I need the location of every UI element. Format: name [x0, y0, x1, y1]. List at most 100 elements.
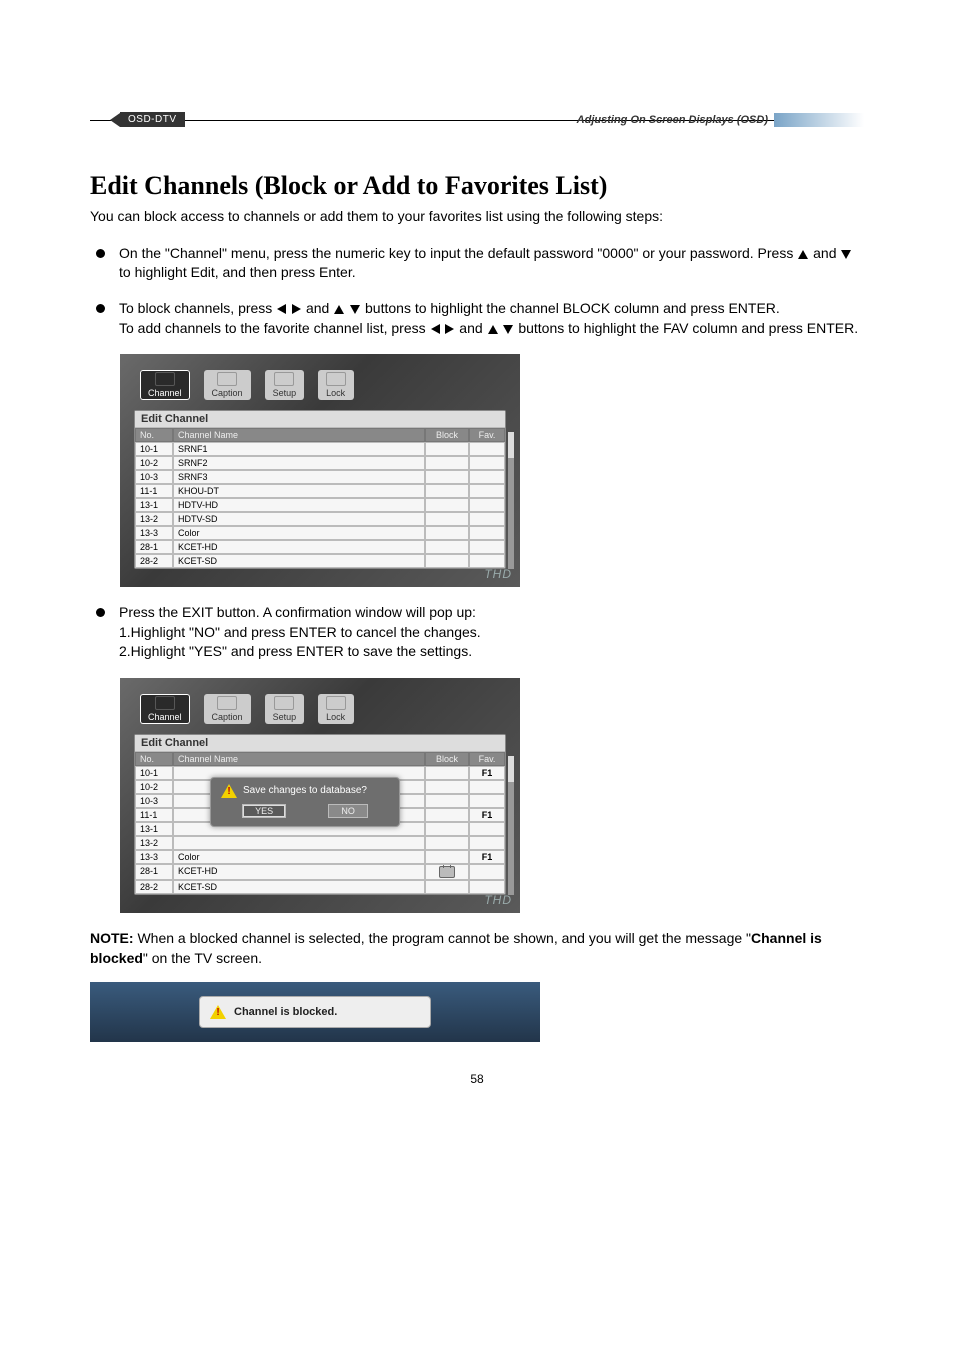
step2-text-e: and: [455, 320, 486, 336]
cell-fav[interactable]: [469, 780, 505, 794]
warning-icon: !: [210, 1005, 226, 1019]
cell-block[interactable]: [425, 456, 469, 470]
table-row[interactable]: 13-1HDTV-HD: [135, 498, 505, 512]
page-number: 58: [90, 1072, 864, 1086]
left-icon: [431, 324, 440, 334]
tab-caption[interactable]: Caption: [204, 370, 251, 400]
cell-block[interactable]: [425, 540, 469, 554]
cell-name: SRNF1: [173, 442, 425, 456]
cell-no: 10-1: [135, 766, 173, 780]
table-row[interactable]: 13-2: [135, 836, 505, 850]
cell-block[interactable]: [425, 808, 469, 822]
cell-no: 13-2: [135, 512, 173, 526]
cell-fav[interactable]: [469, 526, 505, 540]
cell-fav[interactable]: [469, 540, 505, 554]
cell-fav[interactable]: [469, 880, 505, 894]
cell-block[interactable]: [425, 554, 469, 568]
cell-no: 13-1: [135, 498, 173, 512]
cell-fav[interactable]: [469, 484, 505, 498]
tab-setup[interactable]: Setup: [265, 694, 305, 724]
blocked-message-text: Channel is blocked.: [234, 1006, 337, 1018]
cell-fav[interactable]: [469, 456, 505, 470]
cell-no: 13-3: [135, 850, 173, 864]
page-title: Edit Channels (Block or Add to Favorites…: [90, 171, 864, 201]
cell-block[interactable]: [425, 484, 469, 498]
cell-fav[interactable]: [469, 822, 505, 836]
cell-fav[interactable]: [469, 442, 505, 456]
cell-no: 11-1: [135, 484, 173, 498]
table-row[interactable]: 10-3SRNF3: [135, 470, 505, 484]
cell-fav[interactable]: F1: [469, 850, 505, 864]
cell-name: Color: [173, 850, 425, 864]
cell-no: 10-2: [135, 456, 173, 470]
scrollbar-thumb[interactable]: [508, 432, 514, 458]
col-name: Channel Name: [173, 428, 425, 442]
scrollbar-thumb[interactable]: [508, 756, 514, 782]
tab-channel[interactable]: Channel: [140, 370, 190, 400]
confirm-yes-button[interactable]: YES: [242, 804, 286, 818]
cell-block[interactable]: [425, 850, 469, 864]
cell-block[interactable]: [425, 766, 469, 780]
cell-fav[interactable]: F1: [469, 766, 505, 780]
table-row[interactable]: 13-3Color F1: [135, 850, 505, 864]
cell-fav[interactable]: [469, 470, 505, 484]
bullet-icon: [96, 304, 105, 313]
cell-fav[interactable]: [469, 864, 505, 880]
cell-fav[interactable]: F1: [469, 808, 505, 822]
cell-no: 10-3: [135, 794, 173, 808]
tab-channel[interactable]: Channel: [140, 694, 190, 724]
cell-fav[interactable]: [469, 554, 505, 568]
tab-setup[interactable]: Setup: [265, 370, 305, 400]
confirm-no-button[interactable]: NO: [328, 804, 368, 818]
table-row[interactable]: 13-2HDTV-SD: [135, 512, 505, 526]
confirm-dialog: ! Save changes to database? YES NO: [210, 777, 400, 827]
cell-block[interactable]: [425, 880, 469, 894]
table-row[interactable]: 28-2KCET-SD: [135, 880, 505, 894]
cell-fav[interactable]: [469, 512, 505, 526]
cell-fav[interactable]: [469, 836, 505, 850]
cell-name: KCET-HD: [173, 540, 425, 554]
cell-name: KCET-SD: [173, 554, 425, 568]
bullet-icon: [96, 249, 105, 258]
cell-block[interactable]: [425, 442, 469, 456]
cell-fav[interactable]: [469, 794, 505, 808]
cell-block[interactable]: [425, 512, 469, 526]
cell-name: Color: [173, 526, 425, 540]
confirm-text: Save changes to database?: [243, 785, 367, 796]
grid-header: No. Channel Name Block Fav.: [135, 428, 505, 442]
table-row[interactable]: 28-2KCET-SD: [135, 554, 505, 568]
tab-lock[interactable]: Lock: [318, 370, 354, 400]
cell-block[interactable]: [425, 470, 469, 484]
channel-icon: [155, 696, 175, 710]
tab-setup-label: Setup: [273, 388, 297, 398]
cell-block[interactable]: [425, 836, 469, 850]
table-row[interactable]: 10-1SRNF1: [135, 442, 505, 456]
tab-setup-label: Setup: [273, 712, 297, 722]
up-icon: [798, 250, 808, 259]
note-label: NOTE:: [90, 930, 134, 946]
cell-block[interactable]: [425, 794, 469, 808]
watermark: THD: [484, 893, 512, 907]
step2-text-d: To add channels to the favorite channel …: [119, 320, 430, 336]
caption-icon: [217, 696, 237, 710]
table-row[interactable]: 10-2SRNF2: [135, 456, 505, 470]
cell-block[interactable]: [425, 822, 469, 836]
col-no: No.: [135, 428, 173, 442]
table-row[interactable]: 11-1KHOU-DT: [135, 484, 505, 498]
cell-block[interactable]: [425, 780, 469, 794]
cell-fav[interactable]: [469, 498, 505, 512]
cell-block[interactable]: [425, 864, 469, 880]
cell-block[interactable]: [425, 498, 469, 512]
lock-icon: [326, 696, 346, 710]
lock-icon: [439, 866, 455, 878]
table-row[interactable]: 13-3Color: [135, 526, 505, 540]
tab-caption[interactable]: Caption: [204, 694, 251, 724]
tab-caption-label: Caption: [212, 712, 243, 722]
col-fav: Fav.: [469, 752, 505, 766]
table-row[interactable]: 28-1KCET-HD: [135, 540, 505, 554]
cell-no: 13-3: [135, 526, 173, 540]
tab-caption-label: Caption: [212, 388, 243, 398]
tab-lock[interactable]: Lock: [318, 694, 354, 724]
cell-block[interactable]: [425, 526, 469, 540]
table-row[interactable]: 28-1KCET-HD: [135, 864, 505, 880]
